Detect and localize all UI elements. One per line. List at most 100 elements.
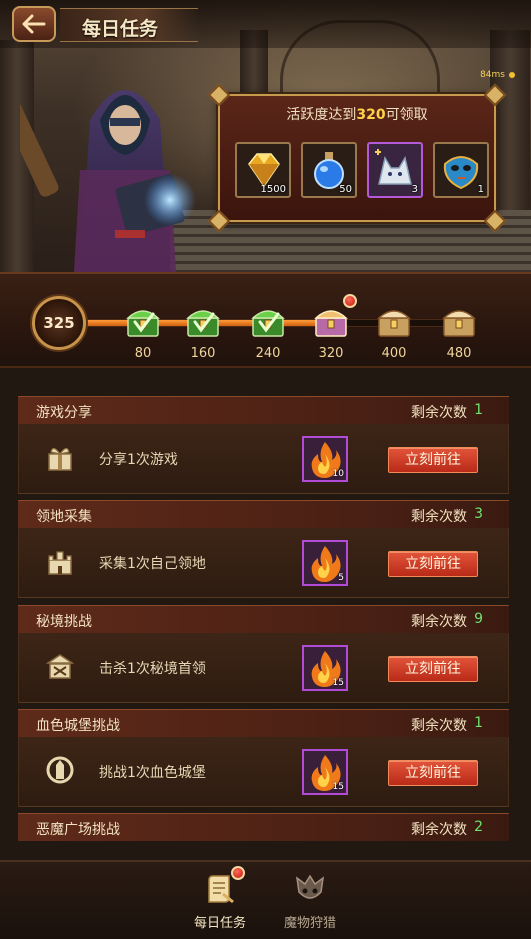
task-body: 采集1次自己领地 5 立刻前往 — [18, 528, 509, 598]
task-name: 恶魔广场挑战 — [36, 822, 120, 838]
title-plate: 每日任务 — [60, 8, 198, 42]
treasure-chest-icon — [442, 310, 476, 337]
nav-monster-hunt[interactable]: 魔物狩猎 — [270, 872, 350, 931]
bottom-nav: 每日任务 魔物狩猎 — [0, 860, 531, 939]
task-remaining-label: 剩余次数 — [411, 614, 467, 630]
page-title: 每日任务 — [82, 18, 159, 40]
task-body: 挑战1次血色城堡 15 立刻前往 — [18, 737, 509, 807]
activity-reward-slot[interactable]: 10 — [302, 436, 348, 482]
reward-qty: 1 — [477, 184, 484, 195]
nav-monster-hunt-label: 魔物狩猎 — [283, 916, 336, 931]
nav-daily-tasks-label: 每日任务 — [193, 916, 246, 931]
activity-reward-slot[interactable]: 5 — [302, 540, 348, 586]
task-description: 分享1次游戏 — [99, 452, 178, 468]
demon-skull-icon — [296, 874, 324, 899]
reward-qty: 10 — [332, 469, 344, 479]
ping-indicator-icon — [509, 72, 515, 78]
reward-qty: 5 — [338, 573, 344, 583]
reward-qty: 15 — [332, 782, 344, 792]
milestone-label: 480 — [446, 346, 472, 361]
temple-icon — [45, 654, 75, 679]
activity-score: 325 — [43, 314, 75, 332]
reward-title-suffix: 可领取 — [385, 107, 428, 123]
notification-dot-icon — [231, 866, 245, 880]
reward-threshold-value: 320 — [356, 107, 386, 123]
reward-qty: 1500 — [260, 184, 286, 195]
task-card: 恶魔广场挑战 剩余次数 2 — [18, 813, 509, 841]
milestone-chest-480[interactable] — [441, 304, 477, 338]
task-name: 游戏分享 — [36, 405, 92, 421]
treasure-chest-icon — [251, 310, 285, 337]
treasure-chest-icon — [377, 310, 411, 337]
reward-qty: 3 — [411, 184, 418, 195]
treasure-chest-icon — [314, 310, 348, 337]
task-list[interactable]: 游戏分享 剩余次数 1 分享1次游戏 10 立刻前往 领地采集 剩余次数 3 采集1次自己领地 5 立… — [0, 368, 531, 860]
treasure-chest-icon — [186, 310, 220, 337]
milestone-chest-240[interactable] — [250, 304, 286, 338]
task-name: 秘境挑战 — [36, 614, 92, 630]
task-remaining-label: 剩余次数 — [411, 405, 467, 421]
task-header: 游戏分享 剩余次数 1 — [18, 396, 509, 424]
task-remaining-count: 2 — [474, 819, 483, 835]
gift-icon — [48, 447, 72, 471]
activity-score-badge: 325 — [32, 296, 86, 350]
task-header: 血色城堡挑战 剩余次数 1 — [18, 709, 509, 737]
task-card: 秘境挑战 剩余次数 9 击杀1次秘境首领 15 立刻前往 — [18, 605, 509, 703]
nav-daily-tasks[interactable]: 每日任务 — [180, 866, 260, 931]
reward-qty: 15 — [332, 678, 344, 688]
task-header: 秘境挑战 剩余次数 9 — [18, 605, 509, 633]
task-remaining-count: 9 — [474, 611, 483, 627]
milestone-label: 320 — [318, 346, 344, 361]
task-name: 领地采集 — [36, 509, 92, 525]
ping-readout: 84ms — [480, 70, 505, 80]
task-header: 恶魔广场挑战 剩余次数 2 — [18, 813, 509, 841]
milestone-chest-80[interactable] — [125, 304, 161, 338]
treasure-chest-icon — [126, 310, 160, 337]
task-card: 领地采集 剩余次数 3 采集1次自己领地 5 立刻前往 — [18, 500, 509, 598]
reward-item-blue-mask[interactable]: 1 — [433, 142, 489, 198]
milestone-chest-400[interactable] — [376, 304, 412, 338]
milestone-label: 240 — [255, 346, 281, 361]
go-now-button[interactable]: 立刻前往 — [388, 551, 478, 577]
task-header: 领地采集 剩余次数 3 — [18, 500, 509, 528]
back-button[interactable] — [12, 6, 56, 42]
task-card: 游戏分享 剩余次数 1 分享1次游戏 10 立刻前往 — [18, 396, 509, 494]
hero-banner: 每日任务 84ms 活跃度达到320可领取 1500 50 3 1 — [0, 0, 531, 272]
task-name: 血色城堡挑战 — [36, 718, 120, 734]
task-remaining-label: 剩余次数 — [411, 718, 467, 734]
milestone-chest-160[interactable] — [185, 304, 221, 338]
task-description: 采集1次自己领地 — [99, 556, 206, 572]
milestone-label: 160 — [190, 346, 216, 361]
task-body: 击杀1次秘境首领 15 立刻前往 — [18, 633, 509, 703]
task-card: 血色城堡挑战 剩余次数 1 挑战1次血色城堡 15 立刻前往 — [18, 709, 509, 807]
activity-progress-band: 325 80 160 240 320 400 480 — [0, 272, 531, 368]
task-remaining-label: 剩余次数 — [411, 509, 467, 525]
reward-item-gold-gem[interactable]: 1500 — [235, 142, 291, 198]
reward-qty: 50 — [339, 184, 352, 195]
activity-reward-slot[interactable]: 15 — [302, 749, 348, 795]
task-remaining-count: 1 — [474, 402, 483, 418]
go-now-button[interactable]: 立刻前往 — [388, 656, 478, 682]
task-remaining-count: 1 — [474, 715, 483, 731]
milestone-label: 400 — [381, 346, 407, 361]
task-description: 击杀1次秘境首领 — [99, 661, 206, 677]
castle-icon — [48, 551, 72, 575]
milestone-chest-320[interactable] — [313, 294, 357, 338]
go-now-button[interactable]: 立刻前往 — [388, 447, 478, 473]
reward-title: 活跃度达到320可领取 — [220, 104, 494, 124]
reward-item-blue-potion[interactable]: 50 — [301, 142, 357, 198]
moon-castle-icon — [46, 756, 74, 784]
reward-panel: 活跃度达到320可领取 1500 50 3 1 — [207, 83, 507, 233]
task-remaining-count: 3 — [474, 506, 483, 522]
reward-items: 1500 50 3 1 — [235, 142, 489, 198]
notification-dot-icon — [343, 294, 357, 308]
milestone-label: 80 — [134, 346, 152, 361]
task-description: 挑战1次血色城堡 — [99, 765, 206, 781]
reward-item-wolf-pet[interactable]: 3 — [367, 142, 423, 198]
go-now-button[interactable]: 立刻前往 — [388, 760, 478, 786]
back-arrow-icon — [22, 14, 46, 34]
activity-reward-slot[interactable]: 15 — [302, 645, 348, 691]
task-body: 分享1次游戏 10 立刻前往 — [18, 424, 509, 494]
reward-title-prefix: 活跃度达到 — [286, 107, 357, 123]
task-remaining-label: 剩余次数 — [411, 822, 467, 838]
